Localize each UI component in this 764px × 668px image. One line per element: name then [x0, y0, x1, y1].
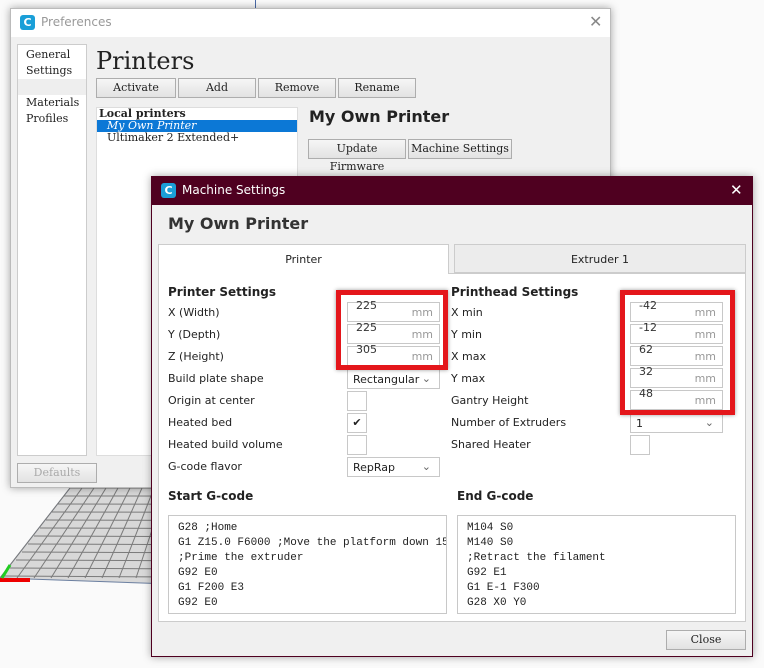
printer-item[interactable]: Ultimaker 2 Extended+ — [97, 132, 297, 144]
machine-settings-button[interactable]: Machine Settings — [408, 139, 512, 159]
page-title: Printers — [96, 47, 195, 75]
shared-heater-label: Shared Heater — [451, 438, 531, 451]
checkmark-icon: ✔ — [352, 416, 362, 429]
printhead-settings-heading: Printhead Settings — [451, 285, 579, 299]
x-max-label: X max — [451, 350, 486, 363]
x-width-label: X (Width) — [168, 306, 220, 319]
add-button[interactable]: Add — [178, 78, 256, 98]
heated-bed-label: Heated bed — [168, 416, 233, 429]
selected-printer-name: My Own Printer — [309, 107, 450, 126]
highlight-box-printhead — [620, 290, 735, 415]
printer-name-heading: My Own Printer — [168, 214, 309, 233]
gcode-flavor-label: G-code flavor — [168, 460, 242, 473]
chevron-down-icon: ⌄ — [421, 460, 431, 473]
dialog-title-bar[interactable]: C Machine Settings ✕ — [152, 177, 752, 205]
build-plate-shape-label: Build plate shape — [168, 372, 264, 385]
gcode-flavor-select[interactable]: RepRap ⌄ — [347, 457, 440, 477]
sidebar-item-printers[interactable]: Printers — [18, 79, 86, 95]
origin-at-center-label: Origin at center — [168, 394, 255, 407]
build-plate-shape-select[interactable]: Rectangular ⌄ — [347, 369, 440, 389]
tab-extruder-1[interactable]: Extruder 1 — [454, 244, 746, 273]
defaults-button[interactable]: Defaults — [17, 463, 97, 483]
tab-printer[interactable]: Printer — [158, 244, 449, 274]
cura-logo-icon: C — [161, 183, 176, 198]
remove-button[interactable]: Remove — [258, 78, 336, 98]
sidebar-item-general[interactable]: General — [18, 47, 86, 63]
dialog-title: Machine Settings — [182, 183, 286, 197]
y-max-label: Y max — [451, 372, 486, 385]
start-gcode-textarea[interactable]: G28 ;Home G1 Z15.0 F6000 ;Move the platf… — [168, 515, 447, 614]
close-button[interactable]: Close — [666, 630, 746, 650]
z-height-label: Z (Height) — [168, 350, 224, 363]
y-min-label: Y min — [451, 328, 482, 341]
tab-label: Extruder 1 — [570, 253, 630, 266]
heated-build-volume-label: Heated build volume — [168, 438, 283, 451]
preferences-sidebar: General Settings Printers Materials Prof… — [17, 44, 87, 456]
tab-label: Printer — [285, 253, 322, 266]
sidebar-item-materials[interactable]: Materials — [18, 95, 86, 111]
shared-heater-checkbox[interactable] — [630, 435, 650, 455]
origin-at-center-checkbox[interactable] — [347, 391, 367, 411]
number-of-extruders-select[interactable]: 1 ⌄ — [630, 413, 723, 433]
chevron-down-icon: ⌄ — [421, 372, 431, 385]
sidebar-item-settings[interactable]: Settings — [18, 63, 86, 79]
title-bar[interactable]: C Preferences ✕ — [11, 9, 610, 37]
close-icon[interactable]: ✕ — [589, 12, 602, 31]
background-line — [255, 0, 256, 8]
printer-settings-heading: Printer Settings — [168, 285, 276, 299]
number-of-extruders-label: Number of Extruders — [451, 416, 567, 429]
x-min-label: X min — [451, 306, 483, 319]
heated-build-volume-checkbox[interactable] — [347, 435, 367, 455]
rename-button[interactable]: Rename — [338, 78, 416, 98]
activate-button[interactable]: Activate — [96, 78, 176, 98]
chevron-down-icon: ⌄ — [704, 416, 714, 429]
heated-bed-checkbox[interactable]: ✔ — [347, 413, 367, 433]
highlight-box-dimensions — [336, 290, 448, 370]
gantry-height-label: Gantry Height — [451, 394, 529, 407]
update-firmware-button[interactable]: Update Firmware — [308, 139, 406, 173]
end-gcode-heading: End G-code — [457, 489, 534, 503]
close-icon[interactable]: ✕ — [730, 181, 743, 199]
sidebar-item-profiles[interactable]: Profiles — [18, 111, 86, 127]
end-gcode-textarea[interactable]: M104 S0 M140 S0 ;Retract the filament G9… — [457, 515, 736, 614]
y-depth-label: Y (Depth) — [168, 328, 221, 341]
start-gcode-heading: Start G-code — [168, 489, 254, 503]
window-title: Preferences — [41, 15, 112, 29]
cura-logo-icon: C — [20, 15, 35, 30]
